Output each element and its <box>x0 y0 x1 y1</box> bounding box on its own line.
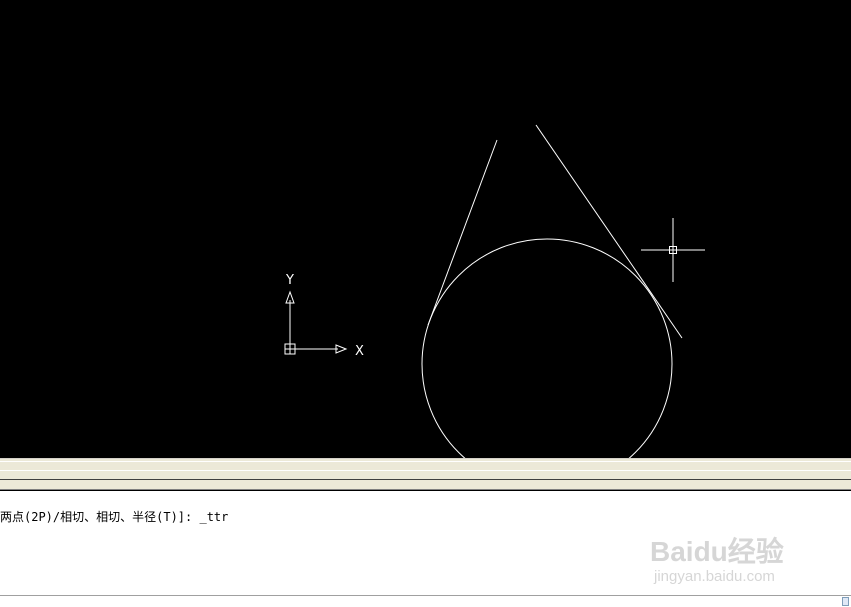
command-window[interactable]: 两点(2P)/相切、相切、半径(T)]: _ttr <box>0 490 851 595</box>
ucs-x-label: X <box>355 344 364 359</box>
command-window-border <box>0 476 851 490</box>
drawing-canvas[interactable]: Y X <box>0 0 851 458</box>
drawing-svg: Y X <box>284 124 705 458</box>
ucs-y-label: Y <box>285 273 294 288</box>
window-splitter[interactable] <box>0 458 851 476</box>
tangent-line-left[interactable] <box>427 139 498 326</box>
resize-grip-icon[interactable] <box>842 597 849 606</box>
ucs-icon: Y X <box>284 273 364 359</box>
command-prompt-line: 两点(2P)/相切、相切、半径(T)]: _ttr <box>0 510 229 524</box>
tangent-line-right[interactable] <box>535 124 683 339</box>
command-window-scroll-strip <box>0 595 851 607</box>
crosshair-cursor-icon <box>641 218 705 282</box>
autocad-window: Y X 两点(2P)/相切、相切、半径(T)]: _ttr Baidu经验 ji… <box>0 0 851 607</box>
tangent-circle[interactable] <box>421 238 673 458</box>
